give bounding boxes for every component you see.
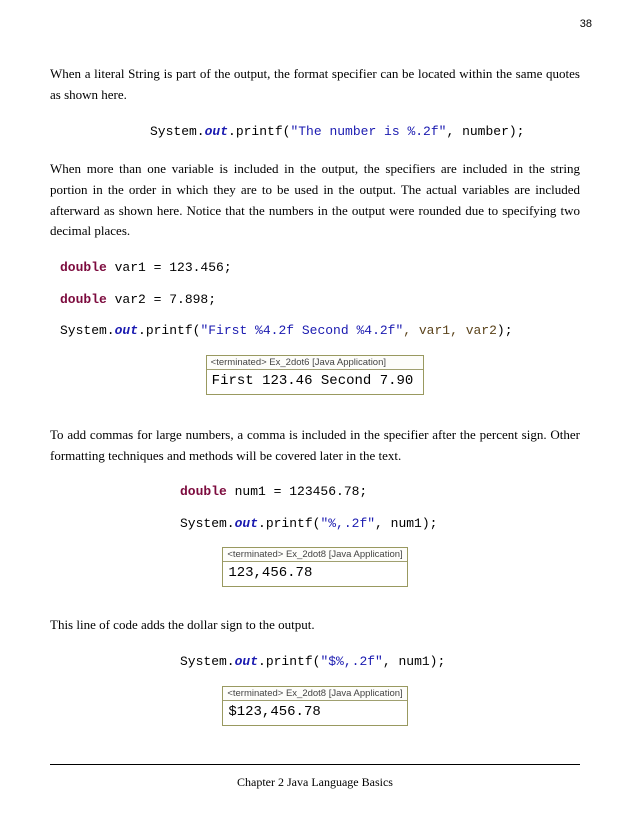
output-wrap-3: <terminated> Ex_2dot8 [Java Application]…	[50, 672, 580, 726]
paragraph-4: This line of code adds the dollar sign t…	[50, 615, 580, 636]
code-block-3: double num1 = 123456.78; System.out.prin…	[50, 482, 580, 533]
footer-text: Chapter 2 Java Language Basics	[237, 775, 393, 789]
output-box-1: <terminated> Ex_2dot6 [Java Application]…	[206, 355, 425, 395]
code-line: System.out.printf("First %4.2f Second %4…	[60, 321, 580, 341]
output-header: <terminated> Ex_2dot8 [Java Application]	[223, 687, 406, 701]
code-line: System.out.printf("The number is %.2f", …	[150, 122, 580, 142]
code-block-2: double var1 = 123.456; double var2 = 7.8…	[50, 258, 580, 341]
code-line: double var2 = 7.898;	[60, 290, 580, 310]
page: 38 When a literal String is part of the …	[0, 0, 630, 815]
code-line: double var1 = 123.456;	[60, 258, 580, 278]
output-wrap-2: <terminated> Ex_2dot8 [Java Application]…	[50, 533, 580, 587]
code-block-4: System.out.printf("$%,.2f", num1);	[50, 652, 580, 672]
output-body: First 123.46 Second 7.90	[207, 370, 424, 394]
footer-rule	[50, 764, 580, 765]
output-box-3: <terminated> Ex_2dot8 [Java Application]…	[222, 686, 407, 726]
code-block-1: System.out.printf("The number is %.2f", …	[50, 122, 580, 142]
output-header: <terminated> Ex_2dot8 [Java Application]	[223, 548, 406, 562]
page-footer: Chapter 2 Java Language Basics	[50, 764, 580, 791]
output-box-2: <terminated> Ex_2dot8 [Java Application]…	[222, 547, 407, 587]
paragraph-1: When a literal String is part of the out…	[50, 64, 580, 106]
output-wrap-1: <terminated> Ex_2dot6 [Java Application]…	[50, 341, 580, 395]
paragraph-3: To add commas for large numbers, a comma…	[50, 425, 580, 467]
output-body: 123,456.78	[223, 562, 406, 586]
output-body: $123,456.78	[223, 701, 406, 725]
page-number: 38	[580, 18, 592, 30]
code-line: double num1 = 123456.78;	[180, 482, 580, 502]
output-header: <terminated> Ex_2dot6 [Java Application]	[207, 356, 424, 370]
code-line: System.out.printf("$%,.2f", num1);	[180, 652, 580, 672]
paragraph-2: When more than one variable is included …	[50, 159, 580, 242]
code-line: System.out.printf("%,.2f", num1);	[180, 514, 580, 534]
